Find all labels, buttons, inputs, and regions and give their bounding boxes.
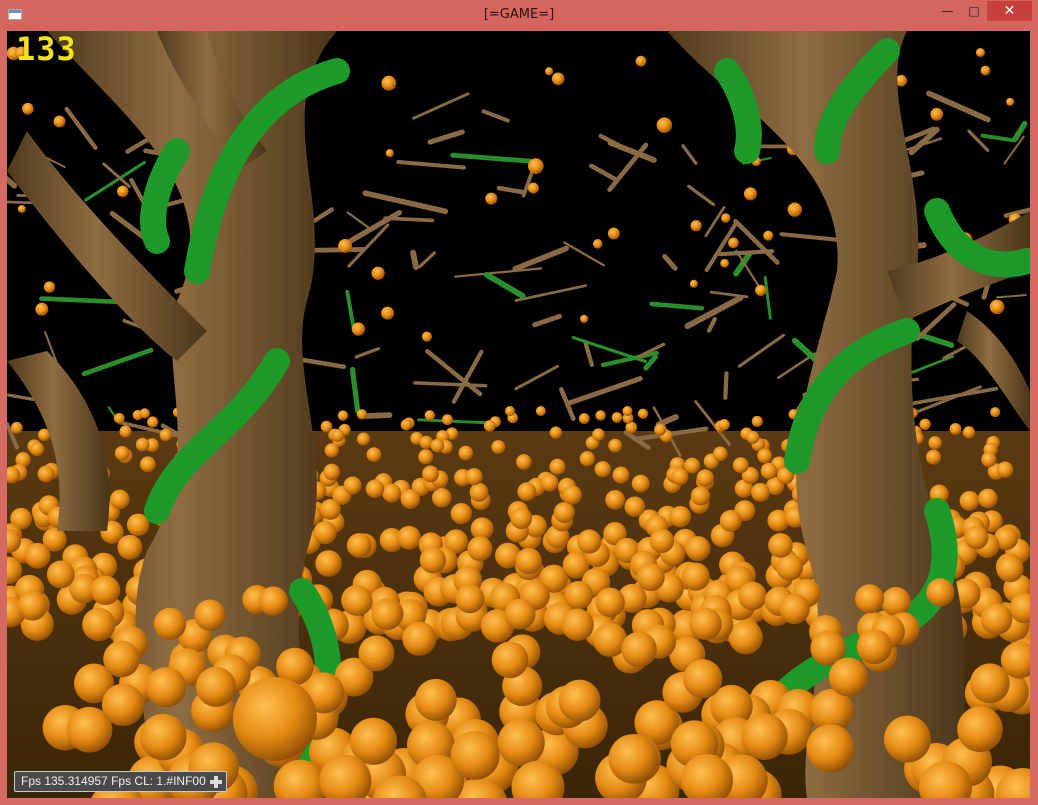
window-title: [=GAME=] [483, 7, 555, 22]
score-counter: 133 [16, 31, 77, 68]
expand-plus-icon[interactable] [209, 775, 222, 788]
fps-text: Fps 135.314957 Fps CL: 1.#INF00 [21, 774, 206, 788]
minimize-button[interactable]: — [934, 1, 961, 21]
close-button[interactable]: ✕ [987, 1, 1032, 21]
fps-readout[interactable]: Fps 135.314957 Fps CL: 1.#INF00 [14, 771, 227, 792]
maximize-button[interactable]: □ [961, 1, 987, 21]
title-bar[interactable]: [=GAME=] — □ ✕ [0, 0, 1038, 31]
forest-scene [7, 31, 1030, 798]
game-viewport[interactable]: 133 Fps 135.314957 Fps CL: 1.#INF00 [7, 31, 1030, 798]
game-window: [=GAME=] — □ ✕ 133 Fps 135.314957 Fps CL… [0, 0, 1038, 805]
